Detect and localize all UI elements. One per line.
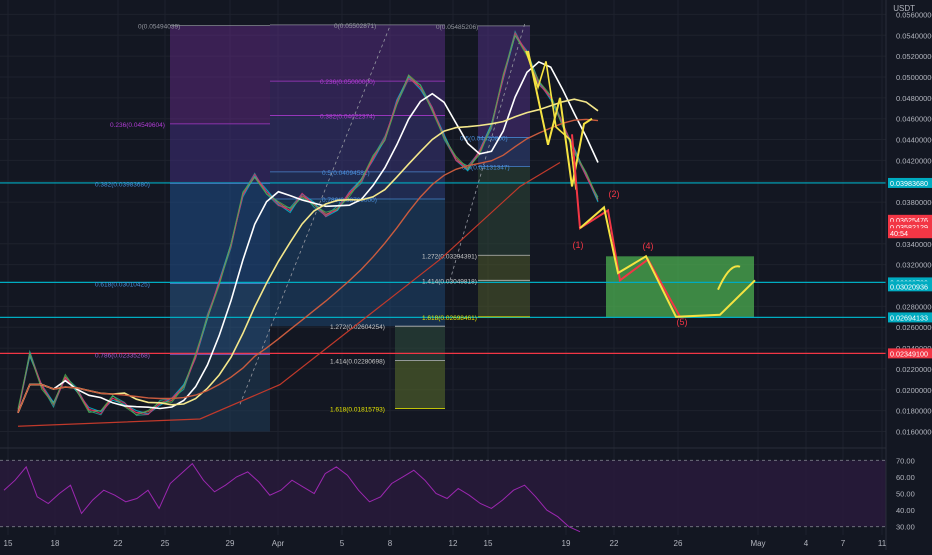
fib-zone [270,24,445,82]
y-tick-label: 0.05200000 [896,52,932,61]
x-tick-label: Apr [272,539,285,548]
x-tick-label: 12 [449,539,458,548]
y-tick-label: 0.02200000 [896,365,932,374]
price-badge-label: 0.02694133 [890,313,928,322]
fib-label: 0(0.05485206) [436,24,478,31]
x-tick-label: 26 [674,539,683,548]
x-tick-label: 22 [114,539,123,548]
fib-label: 0.786(0.02335268) [95,352,150,359]
x-tick-label: 25 [161,539,170,548]
x-tick-label: 5 [340,539,345,548]
price-badge-label: 0.03020936 [890,282,928,291]
y-tick-label: 0.01800000 [896,407,932,416]
rsi-tick-label: 30.00 [896,523,915,532]
fib-label: 0.382(0.04622374) [320,114,375,121]
rsi-panel [0,459,886,533]
fib-label: 1.618(0.01815793) [330,407,385,414]
x-tick-label: 19 [562,539,571,548]
y-tick-label: 0.03400000 [896,240,932,249]
rsi-tick-label: 50.00 [896,490,915,499]
quote-currency-label: USDT [893,4,915,13]
x-tick-label: 11 [878,539,887,548]
rsi-tick-label: 70.00 [896,456,915,465]
fib-zone [270,115,445,172]
y-tick-label: 0.02600000 [896,323,932,332]
x-tick-label: 22 [610,539,619,548]
fib-label: 1.414(0.02280698) [330,359,385,366]
wave-label: (1) [573,240,584,250]
y-tick-label: 0.03800000 [896,198,932,207]
x-tick-label: 15 [4,539,13,548]
x-tick-label: 29 [226,539,235,548]
fib-label: 0(0.05494039) [138,23,180,30]
x-tick-label: 15 [484,539,493,548]
x-tick-label: 18 [51,539,60,548]
wave-label: (2) [609,189,620,199]
fib-label: 1.414(0.03049818) [422,278,477,285]
target-zone [606,256,754,318]
y-tick-label: 0.02000000 [896,386,932,395]
price-badge-label: 0.03983680 [890,179,928,188]
y-tick-label: 0.03200000 [896,261,932,270]
y-tick-label: 0.04400000 [896,136,932,145]
price-badge-label: 0.02349100 [890,349,928,358]
fib-zone [170,183,270,284]
fib-zone [395,360,445,409]
y-tick-label: 0.04800000 [896,94,932,103]
fib-label: 0.618(0.03010425) [95,281,150,288]
price-chart[interactable]: 0(0.05494039) 0.236(0.04549604) 0.382(0.03… [0,0,932,550]
fib-label: 0.236(0.04549604) [110,122,165,129]
chart-stage[interactable]: 0(0.05494039) 0.236(0.04549604) 0.382(0.03… [0,0,932,550]
rsi-tick-label: 40.00 [896,506,915,515]
y-tick-label: 0.02800000 [896,302,932,311]
y-tick-label: 0.04200000 [896,156,932,165]
wave-label: (5) [677,317,688,327]
price-badge-label: 40:54 [890,229,908,238]
fib-label: 1.272(0.02604254) [330,324,385,331]
fib-zone [395,326,445,361]
x-tick-label: 4 [804,539,809,548]
fib-zone [478,166,530,256]
y-tick-label: 0.05000000 [896,73,932,82]
rsi-tick-label: 60.00 [896,473,915,482]
fib-zone [478,255,530,317]
fib-label: 1.618(0.02698461) [422,315,477,322]
x-tick-label: May [750,539,765,548]
fib-label: 1.272(0.03294391) [422,253,477,260]
fib-label: 0(0.05502871) [334,23,376,30]
fib-label: 0.382(0.03983680) [95,181,150,188]
rsi-band [0,460,886,527]
y-tick-label: 0.05400000 [896,31,932,40]
x-tick-label: 8 [388,539,393,548]
wave-label: (4) [643,241,654,251]
x-tick-label: 7 [841,539,846,548]
y-tick-label: 0.04600000 [896,115,932,124]
y-tick-label: 0.01600000 [896,427,932,436]
fib-zone [170,283,270,355]
fib-zone [170,25,270,124]
